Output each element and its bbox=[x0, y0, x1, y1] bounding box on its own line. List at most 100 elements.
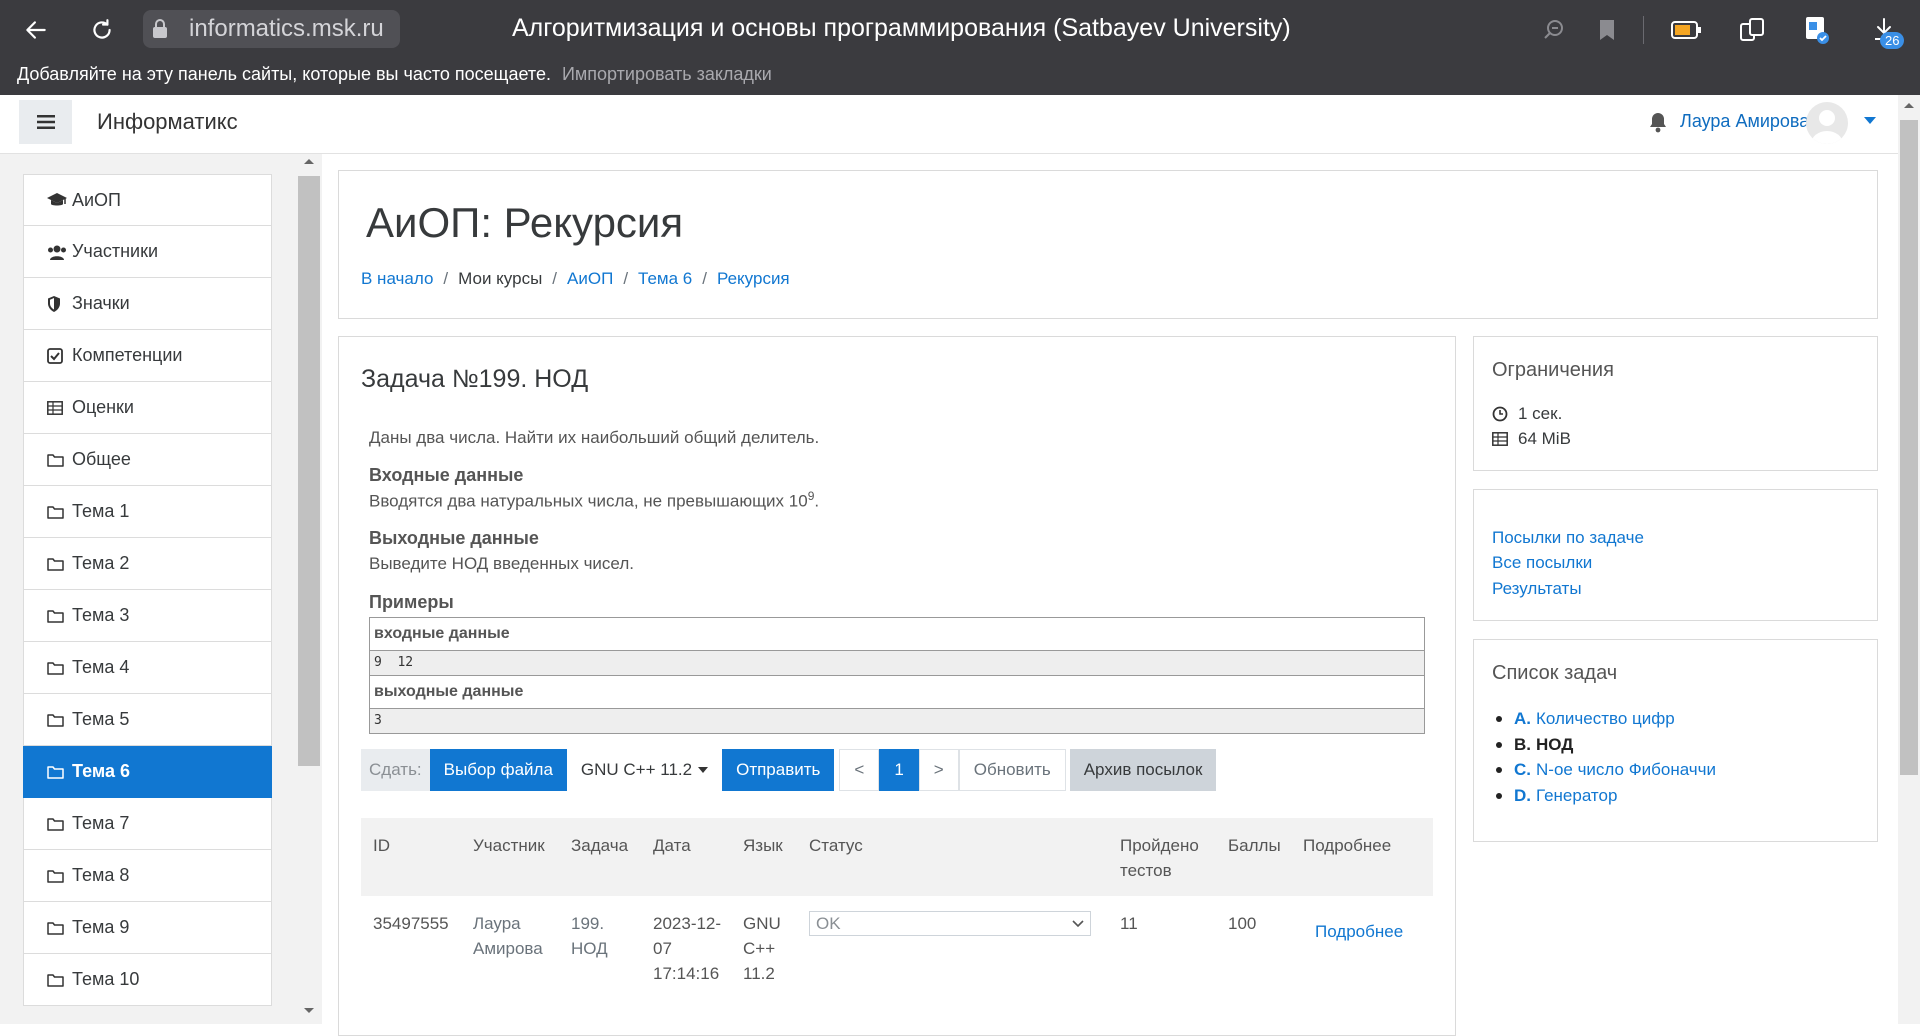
problem-card: Задача №199. НОД Даны два числа. Найти и… bbox=[338, 336, 1456, 1036]
sidebar-scroll-thumb[interactable] bbox=[298, 176, 320, 766]
battery-icon[interactable] bbox=[1670, 14, 1702, 46]
col-id: ID bbox=[361, 818, 461, 896]
user-name[interactable]: Лаура Амирова bbox=[1680, 111, 1809, 132]
folder-icon bbox=[47, 969, 69, 991]
sidebar-item[interactable]: Тема 2 bbox=[23, 538, 272, 590]
table-row: 35497555 Лаура Амирова 199. НОД 2023-12-… bbox=[361, 896, 1433, 986]
sidebar-item-label: Оценки bbox=[72, 397, 134, 417]
time-limit: 1 сек. bbox=[1492, 404, 1562, 424]
limits-title: Ограничения bbox=[1492, 359, 1614, 381]
hamburger-menu-button[interactable] bbox=[19, 100, 72, 144]
sidebar-nav: АиОП Участники Значки Компетенции Оценки Обще… bbox=[23, 174, 272, 1006]
bookmarks-bar: Добавляйте на эту панель сайты, которые … bbox=[17, 64, 772, 85]
sidebar-item-label: Тема 4 bbox=[72, 657, 130, 677]
sidebar-item[interactable]: Значки bbox=[23, 278, 272, 330]
cell-status: OK bbox=[797, 896, 1108, 986]
task-list-item[interactable]: C. N-ое число Фибоначчи bbox=[1496, 760, 1716, 780]
task-name: Количество цифр bbox=[1536, 709, 1675, 728]
sidebar-item[interactable]: Общее bbox=[23, 434, 272, 486]
task-list-item[interactable]: A. Количество цифр bbox=[1496, 709, 1675, 729]
zoom-icon[interactable] bbox=[1538, 14, 1570, 46]
input-description: Вводятся два натуральных числа, не превы… bbox=[369, 489, 819, 512]
folder-icon bbox=[47, 501, 69, 523]
page-scroll-thumb[interactable] bbox=[1900, 120, 1918, 775]
breadcrumb-course[interactable]: АиОП bbox=[567, 269, 613, 288]
url-text[interactable]: informatics.msk.ru bbox=[189, 15, 384, 43]
output-description: Выведите НОД введенных чисел. bbox=[369, 554, 634, 573]
submissions-table: ID Участник Задача Дата Язык Статус Прой… bbox=[361, 818, 1433, 986]
sidebar-item[interactable]: Тема 5 bbox=[23, 694, 272, 746]
memory-limit: 64 MiB bbox=[1492, 429, 1571, 449]
problem-title: Задача №199. НОД bbox=[361, 365, 589, 393]
sidebar-item[interactable]: Тема 6 bbox=[23, 746, 272, 798]
task-name: Генератор bbox=[1536, 785, 1618, 805]
sidebar-item-label: Тема 3 bbox=[72, 605, 130, 625]
bookmark-icon[interactable] bbox=[1591, 14, 1623, 46]
scroll-up-icon[interactable] bbox=[298, 154, 320, 168]
chevron-down-icon[interactable] bbox=[1864, 117, 1876, 125]
sidebar-item[interactable]: Тема 8 bbox=[23, 850, 272, 902]
refresh-button[interactable]: Обновить bbox=[958, 749, 1066, 791]
breadcrumb-page[interactable]: Рекурсия bbox=[717, 269, 790, 288]
sidebar-item[interactable]: АиОП bbox=[23, 174, 272, 226]
send-button[interactable]: Отправить bbox=[722, 749, 835, 791]
users-icon bbox=[47, 241, 69, 263]
archive-button[interactable]: Архив посылок bbox=[1069, 749, 1217, 791]
sidebar-item[interactable]: Оценки bbox=[23, 382, 272, 434]
import-bookmarks-link[interactable]: Импортировать закладки bbox=[562, 64, 772, 84]
address-bar[interactable]: informatics.msk.ru bbox=[143, 10, 400, 48]
language-select[interactable]: GNU C++ 11.2 bbox=[566, 749, 723, 791]
sidebar-item[interactable]: Тема 7 bbox=[23, 798, 272, 850]
sidebar-item-label: Тема 2 bbox=[72, 553, 130, 573]
breadcrumb: В начало / Мои курсы / АиОП / Тема 6 / Рекурсия bbox=[361, 269, 790, 289]
bullet-icon bbox=[1496, 792, 1502, 799]
task-letter: B. bbox=[1514, 734, 1531, 754]
sidebar-item[interactable]: Компетенции bbox=[23, 330, 272, 382]
scroll-up-icon[interactable] bbox=[1900, 98, 1918, 112]
lock-icon[interactable] bbox=[143, 10, 177, 48]
breadcrumb-topic[interactable]: Тема 6 bbox=[638, 269, 692, 288]
site-navbar: Информатикс Лаура Амирова bbox=[0, 95, 1898, 154]
time-limit-value: 1 сек. bbox=[1518, 404, 1563, 423]
examples-table: входные данные 9 12 выходные данные 3 bbox=[369, 617, 1425, 734]
back-icon[interactable] bbox=[16, 10, 56, 50]
cell-tests: 11 bbox=[1120, 914, 1138, 933]
browser-toolbar: informatics.msk.ru Алгоритмизация и осно… bbox=[0, 0, 1920, 95]
extension-icon[interactable] bbox=[1800, 14, 1832, 46]
all-submissions-link[interactable]: Все посылки bbox=[1492, 553, 1592, 573]
details-link[interactable]: Подробнее bbox=[1315, 919, 1403, 944]
sidebar-item[interactable]: Участники bbox=[23, 226, 272, 278]
site-name[interactable]: Информатикс bbox=[97, 109, 238, 135]
sidebar-item[interactable]: Тема 3 bbox=[23, 590, 272, 642]
status-select[interactable]: OK bbox=[809, 911, 1091, 936]
chevron-down-icon bbox=[1072, 919, 1084, 927]
scroll-down-icon[interactable] bbox=[298, 1004, 320, 1018]
sidebar-item[interactable]: Тема 9 bbox=[23, 902, 272, 954]
task-list-item[interactable]: D. Генератор bbox=[1496, 786, 1617, 806]
task-submissions-link[interactable]: Посылки по задаче bbox=[1492, 528, 1644, 548]
sidebar-item[interactable]: Тема 10 bbox=[23, 954, 272, 1006]
page-next-button[interactable]: > bbox=[918, 749, 959, 791]
page-1-button[interactable]: 1 bbox=[879, 749, 919, 791]
sidebar-item[interactable]: Тема 1 bbox=[23, 486, 272, 538]
page-prev-button[interactable]: < bbox=[839, 749, 880, 791]
task-list-item: B. НОД bbox=[1496, 735, 1573, 755]
avatar[interactable] bbox=[1806, 102, 1848, 144]
sidebar-item[interactable]: Тема 4 bbox=[23, 642, 272, 694]
submit-label: Сдать: bbox=[361, 749, 430, 791]
breadcrumb-home[interactable]: В начало bbox=[361, 269, 433, 288]
folder-icon bbox=[47, 449, 69, 471]
collections-icon[interactable] bbox=[1736, 14, 1768, 46]
task-list-title: Список задач bbox=[1492, 662, 1618, 684]
examples-heading: Примеры bbox=[369, 592, 454, 612]
input-heading: Входные данные bbox=[369, 465, 524, 485]
choose-file-button[interactable]: Выбор файла bbox=[429, 749, 567, 791]
bell-icon[interactable] bbox=[1648, 111, 1668, 133]
reload-icon[interactable] bbox=[82, 10, 122, 50]
results-link[interactable]: Результаты bbox=[1492, 579, 1582, 599]
example-output-label: выходные данные bbox=[370, 676, 1424, 709]
sidebar-item-label: Тема 9 bbox=[72, 917, 130, 937]
toolbar-divider bbox=[1643, 16, 1644, 44]
col-score: Баллы bbox=[1216, 818, 1291, 896]
example-input-value: 9 12 bbox=[370, 651, 1424, 676]
